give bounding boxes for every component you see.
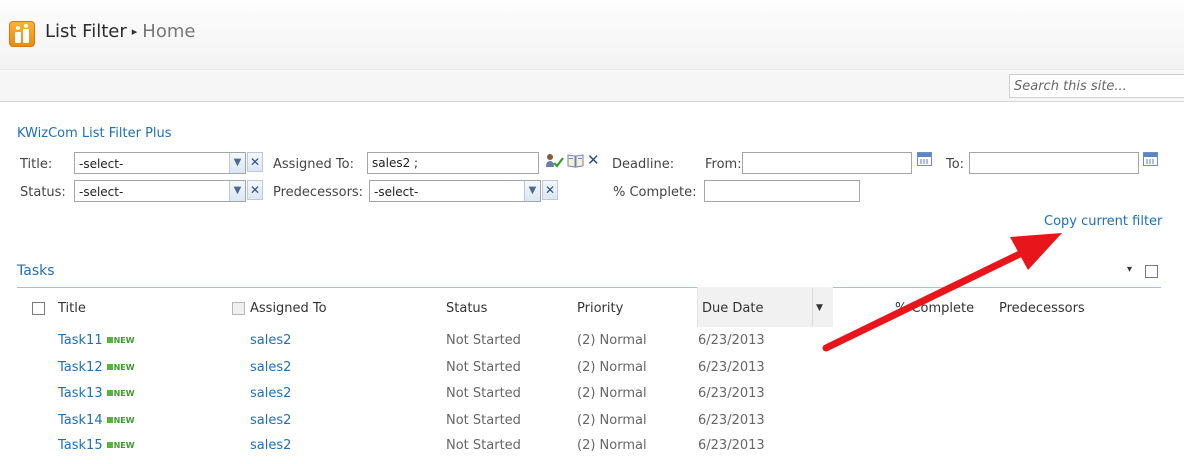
- task-title-link[interactable]: Task12 NEW: [58, 360, 135, 375]
- search-input[interactable]: Search this site...: [1009, 74, 1184, 98]
- assigned-clear-icon[interactable]: ✕: [587, 151, 600, 169]
- complete-filter-input[interactable]: [704, 180, 860, 202]
- select-all-checkbox[interactable]: [32, 302, 45, 315]
- status-filter-label: Status:: [20, 185, 66, 200]
- column-header-status[interactable]: Status: [446, 301, 487, 316]
- status-cell: Not Started: [446, 333, 521, 348]
- breadcrumb-separator-icon: ▸: [131, 25, 138, 38]
- priority-cell: (2) Normal: [577, 360, 647, 375]
- address-book-icon[interactable]: [567, 153, 584, 168]
- due-date-cell: 6/23/2013: [698, 333, 765, 348]
- predecessors-filter-value: -select-: [374, 185, 419, 199]
- tasks-divider: [17, 287, 1161, 288]
- status-cell: Not Started: [446, 413, 521, 428]
- filter-webpart-title[interactable]: KWizCom List Filter Plus: [17, 126, 172, 141]
- task-title-link[interactable]: Task13 NEW: [58, 386, 135, 401]
- column-header-priority[interactable]: Priority: [577, 301, 623, 316]
- header-divider: [812, 288, 813, 326]
- column-header-predecessors[interactable]: Predecessors: [999, 301, 1085, 316]
- title-filter-label: Title:: [20, 157, 53, 172]
- assigned-user-link[interactable]: sales2: [250, 386, 291, 401]
- check-names-icon[interactable]: [545, 153, 565, 169]
- deadline-to-input[interactable]: [969, 152, 1139, 174]
- table-row: Task13 NEW sales2 Not Started (2) Normal …: [0, 386, 1184, 412]
- due-date-cell: 6/23/2013: [698, 438, 765, 453]
- calendar-icon[interactable]: [1143, 152, 1158, 166]
- status-cell: Not Started: [446, 386, 521, 401]
- webpart-menu-icon[interactable]: ▾: [1127, 264, 1132, 275]
- assigned-user-link[interactable]: sales2: [250, 333, 291, 348]
- due-date-cell: 6/23/2013: [698, 386, 765, 401]
- predecessors-filter-label: Predecessors:: [273, 185, 364, 200]
- deadline-label: Deadline:: [612, 157, 675, 172]
- search-bar-area: [0, 71, 1184, 102]
- status-clear-button[interactable]: ✕: [247, 180, 263, 200]
- dropdown-arrow-icon[interactable]: ▼: [229, 181, 245, 201]
- new-badge-icon: NEW: [106, 336, 135, 345]
- predecessors-filter-select[interactable]: -select- ▼: [369, 180, 541, 202]
- title-filter-select[interactable]: -select- ▼: [74, 152, 246, 174]
- table-row: Task11 NEW sales2 Not Started (2) Normal …: [0, 333, 1184, 359]
- webpart-select-checkbox[interactable]: [1145, 265, 1158, 278]
- table-row: Task12 NEW sales2 Not Started (2) Normal …: [0, 360, 1184, 386]
- priority-cell: (2) Normal: [577, 438, 647, 453]
- new-badge-icon: NEW: [106, 416, 135, 425]
- assigned-to-input[interactable]: sales2 ;: [367, 152, 539, 174]
- dropdown-arrow-icon[interactable]: ▼: [229, 153, 245, 173]
- new-badge-icon: NEW: [106, 389, 135, 398]
- current-page-title: Home: [142, 21, 196, 42]
- complete-filter-label: % Complete:: [613, 185, 697, 200]
- site-logo-icon[interactable]: [9, 21, 35, 47]
- assigned-user-link[interactable]: sales2: [250, 438, 291, 453]
- due-date-cell: 6/23/2013: [698, 413, 765, 428]
- status-cell: Not Started: [446, 360, 521, 375]
- new-badge-icon: NEW: [106, 363, 135, 372]
- status-cell: Not Started: [446, 438, 521, 453]
- task-title-link[interactable]: Task14 NEW: [58, 413, 135, 428]
- column-header-due-date[interactable]: Due Date: [702, 301, 763, 316]
- column-header-title[interactable]: Title: [58, 301, 86, 316]
- due-date-cell: 6/23/2013: [698, 360, 765, 375]
- title-clear-button[interactable]: ✕: [247, 152, 263, 172]
- tasks-list-title[interactable]: Tasks: [17, 263, 55, 279]
- priority-cell: (2) Normal: [577, 413, 647, 428]
- assigned-user-link[interactable]: sales2: [250, 360, 291, 375]
- deadline-from-input[interactable]: [742, 152, 912, 174]
- table-row: Task14 NEW sales2 Not Started (2) Normal …: [0, 413, 1184, 439]
- task-title-link[interactable]: Task15 NEW: [58, 438, 135, 453]
- from-label: From:: [705, 157, 742, 172]
- to-label: To:: [946, 157, 965, 172]
- status-filter-select[interactable]: -select- ▼: [74, 180, 246, 202]
- site-title-link[interactable]: List Filter: [45, 21, 127, 42]
- breadcrumb: List Filter ▸ Home: [45, 21, 195, 42]
- priority-cell: (2) Normal: [577, 333, 647, 348]
- dropdown-arrow-icon[interactable]: ▼: [524, 181, 540, 201]
- column-menu-arrow-icon[interactable]: ▼: [816, 303, 823, 313]
- assigned-user-link[interactable]: sales2: [250, 413, 291, 428]
- table-row: Task15 NEW sales2 Not Started (2) Normal …: [0, 438, 1184, 464]
- column-header-assigned-to[interactable]: Assigned To: [250, 301, 327, 316]
- assigned-column-checkbox[interactable]: [232, 302, 245, 315]
- title-filter-value: -select-: [79, 157, 124, 171]
- new-badge-icon: NEW: [106, 441, 135, 450]
- predecessors-clear-button[interactable]: ✕: [542, 180, 558, 200]
- priority-cell: (2) Normal: [577, 386, 647, 401]
- task-title-link[interactable]: Task11 NEW: [58, 333, 135, 348]
- copy-current-filter-link[interactable]: Copy current filter: [1044, 214, 1162, 229]
- calendar-icon[interactable]: [917, 152, 932, 166]
- status-filter-value: -select-: [79, 185, 124, 199]
- column-header-complete[interactable]: % Complete: [895, 301, 974, 316]
- assigned-filter-label: Assigned To:: [273, 157, 354, 172]
